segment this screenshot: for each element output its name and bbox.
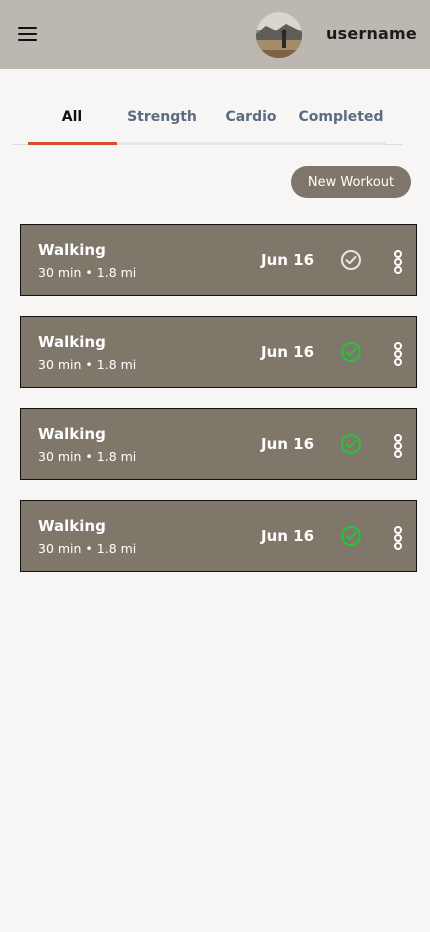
- workout-title: Walking: [38, 517, 106, 535]
- workout-date: Jun 16: [261, 527, 315, 545]
- username-label[interactable]: username: [326, 24, 417, 43]
- more-options-icon[interactable]: [391, 434, 405, 458]
- check-circle-complete-icon[interactable]: [340, 433, 362, 455]
- workout-card[interactable]: Walking 30 min • 1.8 mi Jun 16: [20, 408, 417, 480]
- check-circle-complete-icon[interactable]: [340, 341, 362, 363]
- check-circle-complete-icon[interactable]: [340, 525, 362, 547]
- check-circle-pending-icon[interactable]: [340, 249, 362, 271]
- hamburger-menu-icon[interactable]: [18, 26, 38, 42]
- more-options-icon[interactable]: [391, 342, 405, 366]
- workout-filter-tabs: All Strength Cardio Completed: [12, 100, 402, 145]
- tab-all[interactable]: All: [27, 109, 117, 125]
- avatar[interactable]: [256, 12, 302, 58]
- tab-completed[interactable]: Completed: [296, 109, 386, 125]
- new-workout-button[interactable]: New Workout: [291, 166, 411, 198]
- app-header: username: [0, 0, 430, 69]
- workout-title: Walking: [38, 241, 106, 259]
- more-options-icon[interactable]: [391, 526, 405, 550]
- workout-title: Walking: [38, 333, 106, 351]
- workout-date: Jun 16: [261, 343, 315, 361]
- workout-stats: 30 min • 1.8 mi: [38, 449, 137, 464]
- workout-stats: 30 min • 1.8 mi: [38, 357, 137, 372]
- workout-date: Jun 16: [261, 251, 315, 269]
- workout-card[interactable]: Walking 30 min • 1.8 mi Jun 16: [20, 316, 417, 388]
- workout-stats: 30 min • 1.8 mi: [38, 541, 137, 556]
- workout-title: Walking: [38, 425, 106, 443]
- tab-strength[interactable]: Strength: [117, 109, 207, 125]
- workout-stats: 30 min • 1.8 mi: [38, 265, 137, 280]
- workout-date: Jun 16: [261, 435, 315, 453]
- workout-card[interactable]: Walking 30 min • 1.8 mi Jun 16: [20, 500, 417, 572]
- more-options-icon[interactable]: [391, 250, 405, 274]
- tab-cardio[interactable]: Cardio: [206, 109, 296, 125]
- active-tab-indicator: [28, 142, 117, 145]
- workout-card[interactable]: Walking 30 min • 1.8 mi Jun 16: [20, 224, 417, 296]
